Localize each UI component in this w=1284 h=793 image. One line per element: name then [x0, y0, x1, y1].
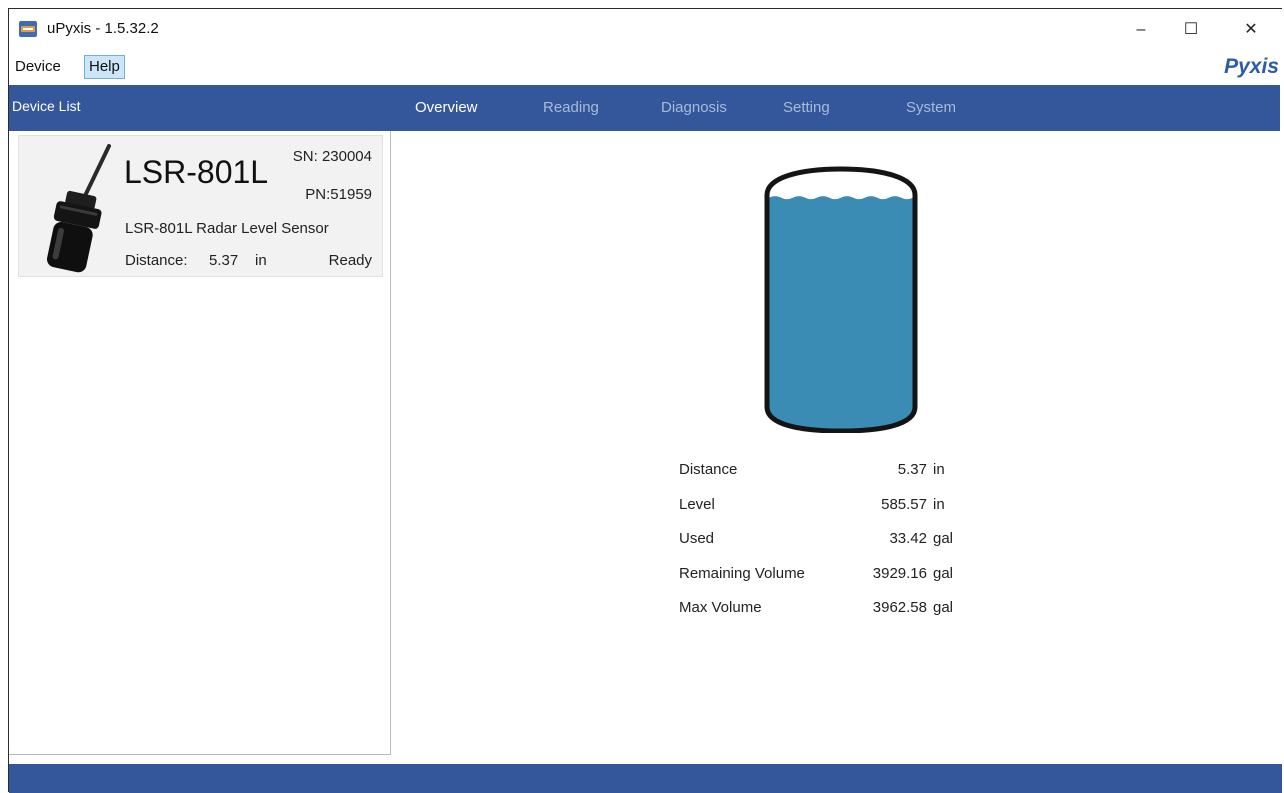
device-status: Ready	[328, 252, 372, 269]
tab-system[interactable]: System	[906, 85, 956, 131]
device-list: LSR-801L SN: 230004 PN:51959 LSR-801L Ra…	[9, 131, 391, 755]
stat-value: 33.42	[889, 530, 927, 547]
tab-setting[interactable]: Setting	[783, 85, 830, 131]
stat-label: Used	[679, 530, 715, 547]
stat-label: Remaining Volume	[679, 564, 805, 582]
stat-value: 585.57	[881, 495, 927, 513]
device-list-header: Device List	[9, 85, 391, 131]
maximize-button[interactable]: ☐	[1169, 15, 1213, 45]
device-serial-number: SN: 230004	[292, 148, 372, 165]
title-bar: uPyxis - 1.5.32.2 – ☐ ✕	[9, 9, 1282, 49]
device-distance-value: 5.37	[209, 252, 239, 269]
stat-value: 3929.16	[872, 564, 927, 582]
tab-reading[interactable]: Reading	[543, 85, 599, 131]
device-card[interactable]: LSR-801L SN: 230004 PN:51959 LSR-801L Ra…	[18, 135, 383, 277]
status-bar	[9, 764, 1282, 793]
tab-bar: Overview Reading Diagnosis Setting Syste…	[391, 85, 1280, 131]
stat-label: Max Volume	[679, 599, 762, 616]
minimize-button[interactable]: –	[1119, 15, 1163, 45]
tank-liquid	[769, 196, 913, 429]
stat-unit: gal	[933, 599, 954, 616]
stat-row-level: Level 585.57 in	[679, 496, 999, 531]
stat-value: 3962.58	[872, 599, 927, 616]
stat-row-used: Used 33.42 gal	[679, 530, 999, 565]
device-part-number: PN:51959	[305, 186, 372, 203]
device-description: LSR-801L Radar Level Sensor	[125, 220, 329, 237]
brand-logo: Pyxis	[1224, 55, 1279, 78]
close-button[interactable]: ✕	[1229, 15, 1273, 45]
stat-value: 5.37	[897, 461, 927, 478]
stat-unit: in	[933, 461, 945, 478]
stat-row-max-volume: Max Volume 3962.58 gal	[679, 599, 999, 634]
stat-label: Distance	[679, 461, 738, 478]
device-distance-unit: in	[255, 252, 267, 269]
radar-sensor-image	[31, 142, 121, 274]
stat-row-distance: Distance 5.37 in	[679, 461, 999, 496]
stat-unit: gal	[933, 530, 954, 547]
menu-help[interactable]: Help	[84, 55, 125, 79]
tank-graphic	[764, 166, 918, 433]
window-title: uPyxis - 1.5.32.2	[47, 20, 159, 37]
tab-overview[interactable]: Overview	[415, 85, 478, 131]
device-distance-label: Distance:	[125, 252, 188, 269]
stat-unit: in	[933, 495, 945, 513]
stat-unit: gal	[933, 564, 954, 582]
tab-diagnosis[interactable]: Diagnosis	[661, 85, 727, 131]
app-window: uPyxis - 1.5.32.2 – ☐ ✕ Device Help Pyxi…	[8, 8, 1282, 793]
menu-bar: Device Help	[9, 55, 1282, 81]
overview-panel: Distance 5.37 in Level 585.57 in Used 33…	[391, 131, 1282, 755]
overview-stats: Distance 5.37 in Level 585.57 in Used 33…	[679, 461, 999, 634]
menu-device[interactable]: Device	[11, 55, 65, 79]
stat-label: Level	[679, 495, 715, 513]
device-model: LSR-801L	[124, 154, 269, 190]
stat-row-remaining-volume: Remaining Volume 3929.16 gal	[679, 565, 999, 600]
app-logo-icon	[19, 21, 37, 37]
